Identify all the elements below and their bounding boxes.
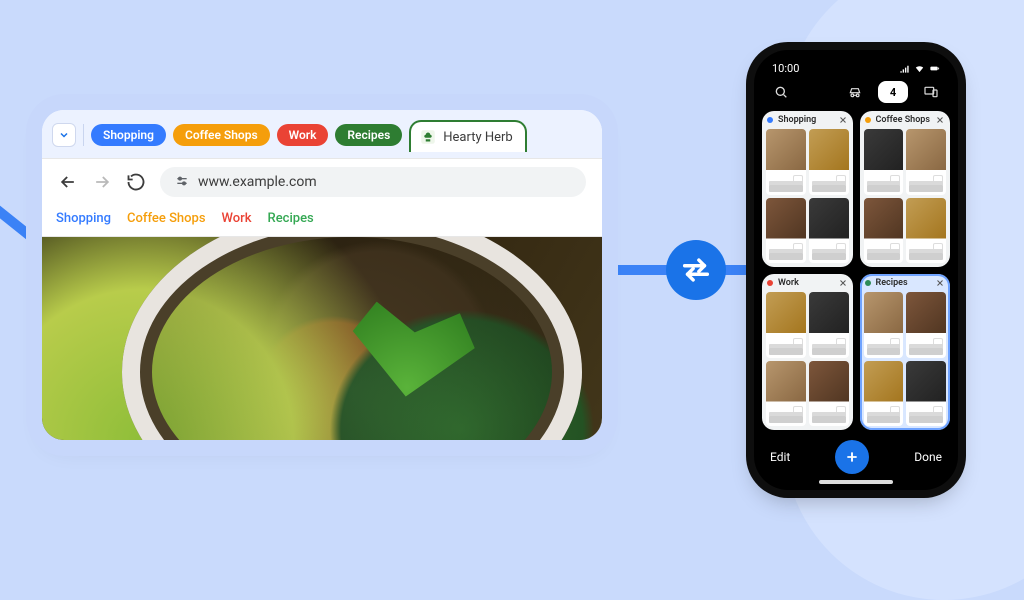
bookmark-work[interactable]: Work — [222, 211, 252, 226]
tab-group-pill-shopping[interactable]: Shopping — [91, 124, 166, 146]
group-dot — [865, 280, 871, 286]
reload-button[interactable] — [126, 172, 146, 192]
page-content — [42, 237, 602, 440]
bookmark-coffeeshops[interactable]: Coffee Shops — [127, 211, 206, 226]
sync-badge — [666, 240, 726, 300]
edit-button[interactable]: Edit — [770, 450, 790, 464]
tab-thumbnail[interactable] — [864, 198, 904, 264]
divider — [83, 124, 84, 146]
active-tab-title: Hearty Herb — [443, 130, 512, 145]
group-title: Shopping — [778, 115, 833, 125]
incognito-tabs-button[interactable] — [842, 81, 868, 103]
close-icon[interactable] — [838, 115, 848, 125]
search-button[interactable] — [768, 81, 794, 103]
done-button[interactable]: Done — [914, 450, 942, 464]
phone-footer: Edit Done — [762, 430, 950, 474]
status-bar: 10:00 — [762, 58, 950, 77]
wifi-icon — [914, 63, 925, 74]
plus-icon — [844, 449, 860, 465]
search-icon — [773, 84, 789, 100]
incognito-icon — [847, 84, 863, 100]
sync-arrows-icon — [679, 253, 713, 287]
tab-thumbnail[interactable] — [864, 292, 904, 358]
url-bar: www.example.com — [42, 158, 602, 205]
close-icon[interactable] — [838, 278, 848, 288]
tab-group-pill-recipes[interactable]: Recipes — [335, 124, 402, 146]
devices-icon — [923, 84, 939, 100]
new-tab-fab[interactable] — [835, 440, 869, 474]
close-icon[interactable] — [935, 278, 945, 288]
url-text: www.example.com — [198, 174, 317, 190]
group-title: Coffee Shops — [876, 115, 931, 125]
open-tabs-count: 4 — [890, 86, 896, 99]
active-tab[interactable]: Hearty Herb — [409, 120, 526, 152]
open-tabs-button[interactable]: 4 — [878, 81, 908, 103]
close-icon[interactable] — [935, 115, 945, 125]
tab-groups-dropdown[interactable] — [52, 123, 76, 147]
group-title: Work — [778, 278, 833, 288]
tab-groups-grid: Shopping Coffee Shops — [762, 111, 950, 430]
home-indicator — [819, 480, 893, 484]
group-dot — [767, 280, 773, 286]
nav-forward-button[interactable] — [92, 172, 112, 192]
tab-group-pill-coffeeshops[interactable]: Coffee Shops — [173, 124, 270, 146]
phone: 10:00 4 Shopping — [754, 50, 958, 490]
group-card-work[interactable]: Work — [762, 274, 853, 430]
signal-icon — [899, 63, 910, 74]
tab-thumbnail[interactable] — [766, 292, 806, 358]
arrow-right-icon — [92, 172, 112, 192]
reload-icon — [126, 172, 146, 192]
group-dot — [767, 117, 773, 123]
bookmark-shopping[interactable]: Shopping — [56, 211, 111, 226]
group-dot — [865, 117, 871, 123]
status-clock: 10:00 — [772, 62, 799, 75]
nav-back-button[interactable] — [58, 172, 78, 192]
tab-thumbnail[interactable] — [809, 361, 849, 427]
chevron-down-icon — [58, 129, 70, 141]
tab-thumbnail[interactable] — [864, 129, 904, 195]
group-card-shopping[interactable]: Shopping — [762, 111, 853, 267]
tab-thumbnail[interactable] — [809, 292, 849, 358]
group-card-recipes[interactable]: Recipes — [860, 274, 951, 430]
tab-thumbnail[interactable] — [906, 198, 946, 264]
bookmarks-bar: Shopping Coffee Shops Work Recipes — [42, 205, 602, 237]
group-title: Recipes — [876, 278, 931, 288]
battery-icon — [929, 63, 940, 74]
tab-thumbnail[interactable] — [766, 129, 806, 195]
arrow-left-icon — [58, 172, 78, 192]
tab-thumbnail[interactable] — [906, 361, 946, 427]
recipe-favicon-icon — [419, 128, 437, 146]
browser-window: Shopping Coffee Shops Work Recipes Heart… — [42, 110, 602, 440]
group-card-coffeeshops[interactable]: Coffee Shops — [860, 111, 951, 267]
tab-thumbnail[interactable] — [864, 361, 904, 427]
tab-thumbnail[interactable] — [809, 129, 849, 195]
tab-thumbnail[interactable] — [809, 198, 849, 264]
bookmark-recipes[interactable]: Recipes — [268, 211, 314, 226]
hero-image — [42, 237, 602, 440]
tab-thumbnail[interactable] — [906, 129, 946, 195]
tab-group-pill-work[interactable]: Work — [277, 124, 329, 146]
address-bar[interactable]: www.example.com — [160, 167, 586, 197]
tab-switcher-toolbar: 4 — [762, 77, 950, 111]
tab-thumbnail[interactable] — [906, 292, 946, 358]
tab-strip: Shopping Coffee Shops Work Recipes Heart… — [42, 110, 602, 158]
tab-thumbnail[interactable] — [766, 361, 806, 427]
synced-tabs-button[interactable] — [918, 81, 944, 103]
site-settings-icon — [174, 174, 190, 190]
tab-thumbnail[interactable] — [766, 198, 806, 264]
